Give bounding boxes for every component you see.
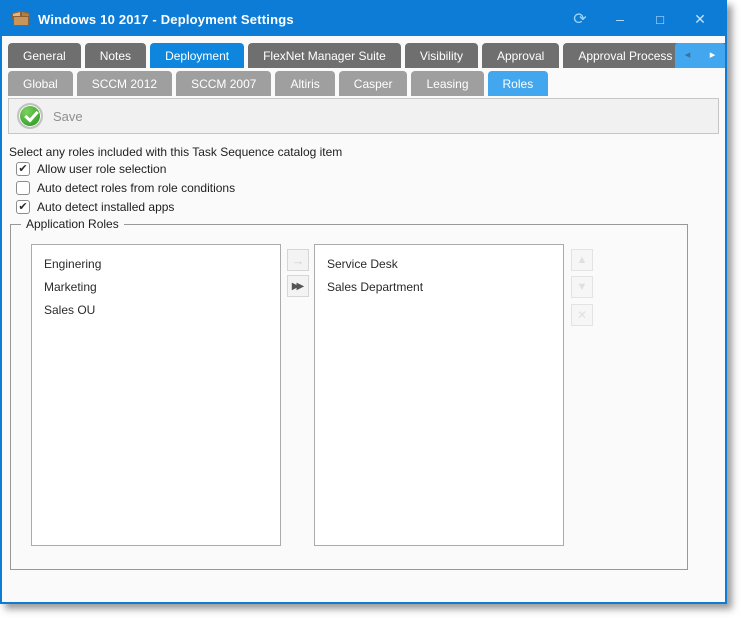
close-button[interactable]: ✕ xyxy=(685,7,715,31)
tab-scroll-left-icon[interactable]: ◂ xyxy=(685,50,691,61)
secondary-tab-strip: Global SCCM 2012 SCCM 2007 Altiris Caspe… xyxy=(8,68,725,96)
window-title: Windows 10 2017 - Deployment Settings xyxy=(38,12,294,27)
move-down-button[interactable]: ▼ xyxy=(571,276,593,298)
tab-visibility[interactable]: Visibility xyxy=(405,43,478,68)
remove-button[interactable]: ✕ xyxy=(571,304,593,326)
groupbox-title: Application Roles xyxy=(21,217,124,231)
checkbox-auto-detect-installed-apps[interactable]: ✔ Auto detect installed apps xyxy=(16,200,174,214)
checkbox-label: Auto detect installed apps xyxy=(37,200,174,214)
checkbox-allow-user-role-selection[interactable]: ✔ Allow user role selection xyxy=(16,162,166,176)
refresh-icon[interactable]: ⟳ xyxy=(565,7,595,31)
tab-global[interactable]: Global xyxy=(8,71,73,96)
list-item[interactable]: Sales Department xyxy=(315,276,563,299)
instruction-text: Select any roles included with this Task… xyxy=(9,145,342,159)
save-button[interactable]: Save xyxy=(17,103,83,129)
move-all-right-button[interactable]: ▶▶ xyxy=(287,275,309,297)
screen: Windows 10 2017 - Deployment Settings ⟳ … xyxy=(0,0,741,618)
titlebar[interactable]: Windows 10 2017 - Deployment Settings ⟳ … xyxy=(2,2,725,36)
checkbox-icon[interactable]: ✔ xyxy=(16,200,30,214)
list-item[interactable]: Sales OU xyxy=(32,299,280,322)
tab-approval[interactable]: Approval xyxy=(482,43,559,68)
minimize-button[interactable]: – xyxy=(605,7,635,31)
application-roles-groupbox: Application Roles Enginering Marketing S… xyxy=(10,224,688,570)
tab-sccm-2012[interactable]: SCCM 2012 xyxy=(77,71,172,96)
checkbox-label: Allow user role selection xyxy=(37,162,166,176)
toolbar: Save xyxy=(8,98,719,134)
move-up-button[interactable]: ▲ xyxy=(571,249,593,271)
tab-deployment[interactable]: Deployment xyxy=(150,43,244,68)
tab-leasing[interactable]: Leasing xyxy=(411,71,483,96)
tab-notes[interactable]: Notes xyxy=(85,43,146,68)
available-roles-list[interactable]: Enginering Marketing Sales OU xyxy=(31,244,281,546)
deployment-settings-dialog: Windows 10 2017 - Deployment Settings ⟳ … xyxy=(0,0,727,604)
tab-roles[interactable]: Roles xyxy=(488,71,549,96)
tab-casper[interactable]: Casper xyxy=(339,71,408,96)
tab-scroll-right-icon[interactable]: ▸ xyxy=(710,50,716,61)
tab-altiris[interactable]: Altiris xyxy=(275,71,334,96)
primary-tab-strip: General Notes Deployment FlexNet Manager… xyxy=(8,40,725,68)
tab-sccm-2007[interactable]: SCCM 2007 xyxy=(176,71,271,96)
tab-general[interactable]: General xyxy=(8,43,81,68)
list-item[interactable]: Enginering xyxy=(32,253,280,276)
checkbox-icon[interactable] xyxy=(16,181,30,195)
list-item[interactable]: Marketing xyxy=(32,276,280,299)
move-right-button[interactable]: → xyxy=(287,249,309,271)
checkbox-icon[interactable]: ✔ xyxy=(16,162,30,176)
window-controls: ⟳ – □ ✕ xyxy=(565,7,715,31)
selected-roles-list[interactable]: Service Desk Sales Department xyxy=(314,244,564,546)
tab-flexnet-manager-suite[interactable]: FlexNet Manager Suite xyxy=(248,43,401,68)
save-button-label: Save xyxy=(53,109,83,124)
checkbox-auto-detect-roles[interactable]: Auto detect roles from role conditions xyxy=(16,181,235,195)
checkbox-label: Auto detect roles from role conditions xyxy=(37,181,235,195)
save-check-icon xyxy=(17,103,43,129)
maximize-button[interactable]: □ xyxy=(645,7,675,31)
tab-approval-process[interactable]: Approval Process xyxy=(563,43,687,68)
package-icon xyxy=(12,11,30,27)
tab-scroll-buttons: ◂ ▸ xyxy=(675,43,725,68)
list-item[interactable]: Service Desk xyxy=(315,253,563,276)
